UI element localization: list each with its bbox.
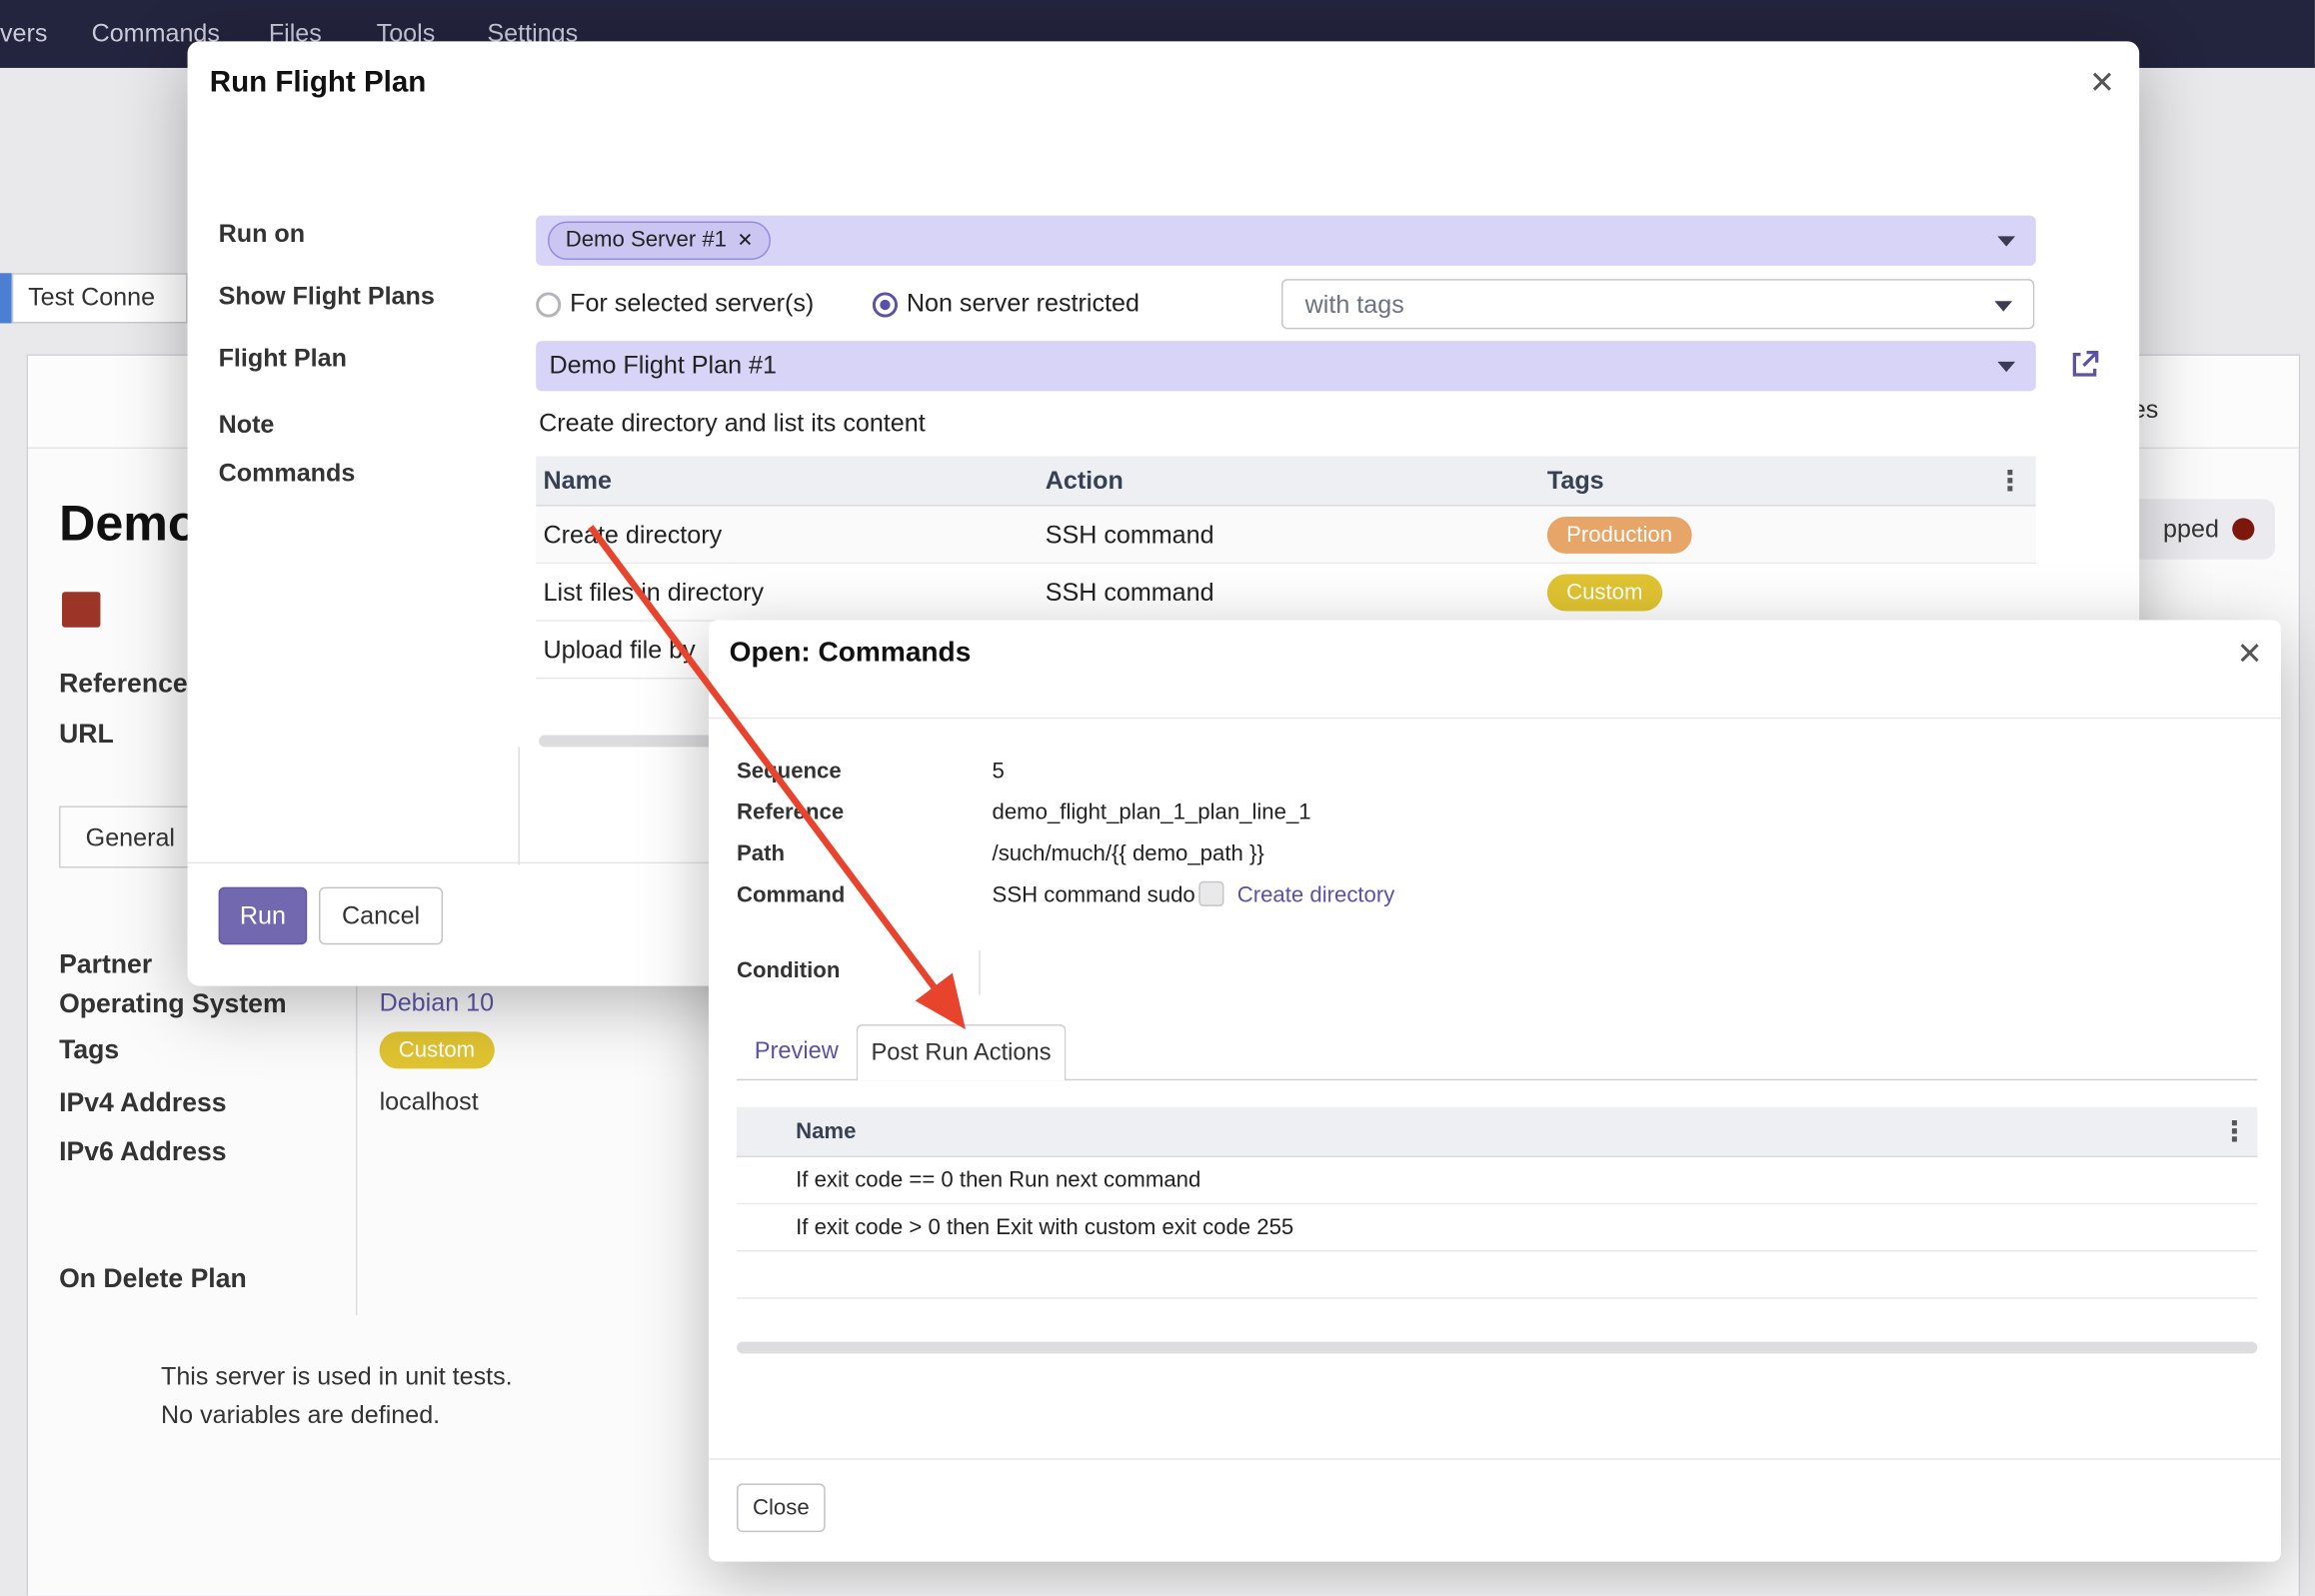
table-row[interactable]: If exit code > 0 then Exit with custom e…: [737, 1204, 2257, 1251]
run-on-field[interactable]: Demo Server #1 ✕: [536, 216, 2036, 266]
chevron-down-icon[interactable]: [1994, 301, 2012, 311]
unit-tests-note-1: This server is used in unit tests.: [161, 1362, 513, 1392]
close-icon[interactable]: ✕: [2089, 68, 2115, 99]
url-label: URL: [59, 719, 114, 750]
kebab-menu-icon[interactable]: ⋮: [2220, 1119, 2248, 1147]
col-action[interactable]: Action: [1046, 467, 1124, 497]
command-checkbox[interactable]: [1198, 881, 1223, 906]
tab-general-label: General: [86, 823, 175, 853]
cell-action: SSH command: [1046, 579, 1214, 609]
os-label: Operating System: [59, 989, 287, 1020]
condition-label: Condition: [737, 958, 840, 983]
run-modal-title: Run Flight Plan: [210, 66, 427, 100]
commands-label: Commands: [219, 459, 356, 489]
col-tags[interactable]: Tags: [1547, 467, 1604, 497]
sequence-label: Sequence: [737, 759, 842, 784]
status-stopped-badge[interactable]: pped: [2127, 499, 2275, 560]
stopped-dot-icon: [2232, 518, 2254, 540]
command-value: SSH command sudo: [993, 882, 1195, 907]
command-label: Command: [737, 882, 845, 907]
with-tags-value: with tags: [1305, 291, 1404, 321]
tab-preview[interactable]: Preview: [755, 1039, 839, 1066]
modal-footer-divider: [709, 1458, 2281, 1459]
path-label: Path: [737, 841, 785, 866]
reference-label: Reference: [59, 669, 188, 700]
hidden-button-fragment[interactable]: [0, 273, 12, 323]
radio-selected-servers-label[interactable]: For selected server(s): [570, 289, 814, 319]
path-value: /such/much/{{ demo_path }}: [993, 841, 1264, 866]
open-commands-modal: Open: Commands ✕ Sequence 5 Reference de…: [709, 620, 2281, 1561]
radio-selected-servers[interactable]: [536, 292, 561, 317]
color-swatch[interactable]: [62, 592, 100, 627]
chevron-down-icon[interactable]: [1997, 236, 2015, 246]
run-button[interactable]: Run: [219, 887, 308, 945]
cell-name: Create directory: [544, 521, 723, 551]
cell-name: List files in directory: [544, 579, 764, 609]
commands-modal-title: Open: Commands: [730, 638, 972, 670]
actions-table-header: Name ⋮: [737, 1107, 2257, 1157]
flight-plan-label: Flight Plan: [219, 344, 347, 374]
flight-plan-select[interactable]: Demo Flight Plan #1: [536, 341, 2036, 391]
on-delete-plan-label: On Delete Plan: [59, 1263, 247, 1294]
table-scrollbar[interactable]: [737, 1342, 2257, 1354]
tab-post-run-actions[interactable]: Post Run Actions: [857, 1024, 1067, 1080]
close-button[interactable]: Close: [737, 1483, 826, 1532]
run-on-label: Run on: [219, 220, 305, 250]
note-value: Create directory and list its content: [539, 409, 926, 439]
modal-header-divider: [709, 718, 2281, 719]
tag-badge: Production: [1547, 517, 1691, 554]
server-title: Demo: [59, 496, 199, 554]
commands-table-header: Name Action Tags ⋮: [536, 456, 2036, 506]
show-flight-plans-label: Show Flight Plans: [219, 282, 435, 312]
cell-name: If exit code > 0 then Exit with custom e…: [796, 1215, 1293, 1240]
cell-action: SSH command: [1046, 521, 1214, 551]
col-name[interactable]: Name: [796, 1119, 856, 1144]
radio-non-restricted-label[interactable]: Non server restricted: [907, 289, 1140, 319]
radio-non-restricted[interactable]: [873, 292, 898, 317]
server-chip-label: Demo Server #1: [566, 227, 727, 252]
sequence-value: 5: [993, 759, 1005, 784]
chevron-down-icon[interactable]: [1997, 362, 2015, 372]
unit-tests-note-2: No variables are defined.: [161, 1401, 440, 1431]
tag-badge: Custom: [1547, 575, 1662, 612]
condition-field-divider: [979, 950, 980, 994]
table-row[interactable]: List files in directory SSH command Cust…: [536, 564, 2036, 622]
server-chip[interactable]: Demo Server #1 ✕: [548, 222, 771, 260]
test-connection-button[interactable]: Test Conne: [12, 273, 188, 323]
ipv4-value: localhost: [380, 1088, 479, 1118]
cell-name: Upload file by: [544, 637, 696, 667]
nav-item-servers[interactable]: vers: [0, 19, 47, 49]
chip-remove-icon[interactable]: ✕: [737, 229, 753, 251]
status-text-fragment: pped: [2163, 515, 2219, 545]
create-directory-link[interactable]: Create directory: [1237, 882, 1395, 907]
note-label: Note: [219, 411, 275, 441]
label-column-divider: [518, 747, 519, 864]
os-value[interactable]: Debian 10: [380, 989, 494, 1019]
test-connection-label: Test Conne: [28, 284, 155, 314]
form-divider: [356, 946, 357, 1315]
external-link-icon[interactable]: [2068, 349, 2100, 381]
reference-value: demo_flight_plan_1_plan_line_1: [993, 800, 1311, 825]
ipv6-label: IPv6 Address: [59, 1136, 226, 1167]
flight-plan-value: Demo Flight Plan #1: [549, 352, 777, 382]
tags-label: Tags: [59, 1034, 119, 1065]
cell-name: If exit code == 0 then Run next command: [796, 1167, 1200, 1192]
kebab-menu-icon[interactable]: ⋮: [1996, 468, 2024, 496]
ipv4-label: IPv4 Address: [59, 1088, 226, 1119]
table-row[interactable]: Create directory SSH command Production: [536, 507, 2036, 565]
reference-label: Reference: [737, 800, 844, 825]
table-row[interactable]: If exit code == 0 then Run next command: [737, 1157, 2257, 1204]
cancel-button[interactable]: Cancel: [319, 887, 443, 945]
partner-label: Partner: [59, 949, 152, 980]
close-icon[interactable]: ✕: [2237, 640, 2263, 671]
table-row-empty: [737, 1251, 2257, 1298]
screen: vers Commands Files Tools Settings Test …: [0, 0, 2315, 1596]
with-tags-select[interactable]: with tags: [1281, 279, 2034, 329]
col-name[interactable]: Name: [544, 467, 612, 497]
tags-custom-badge[interactable]: Custom: [380, 1031, 495, 1068]
